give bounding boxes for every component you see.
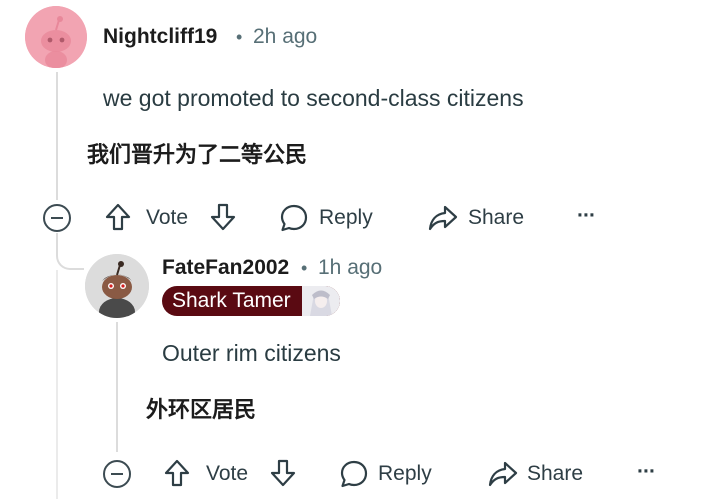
downvote-icon[interactable] <box>209 202 237 232</box>
avatar[interactable] <box>25 6 87 68</box>
avatar[interactable] <box>85 254 149 318</box>
share-button[interactable]: Share <box>527 462 583 486</box>
thread-line-primary <box>56 72 58 200</box>
collapse-thread-button[interactable] <box>43 204 71 232</box>
reply-button[interactable]: Reply <box>319 206 373 230</box>
username[interactable]: Nightcliff19 <box>103 25 217 49</box>
upvote-icon[interactable] <box>163 458 191 488</box>
share-button[interactable]: Share <box>468 206 524 230</box>
share-icon[interactable] <box>488 460 518 488</box>
thread-line-branch <box>56 233 58 253</box>
comment-body: Outer rim citizens <box>162 340 341 366</box>
separator-dot: • <box>236 27 243 47</box>
snoo-avatar-icon <box>85 254 149 318</box>
vote-label: Vote <box>146 206 189 229</box>
timestamp[interactable]: 2h ago <box>253 25 317 49</box>
collapse-thread-button[interactable] <box>103 460 131 488</box>
reply-icon[interactable] <box>339 459 369 489</box>
share-icon[interactable] <box>428 204 458 232</box>
user-flair-badge: Shark Tamer <box>162 286 340 316</box>
reply-icon[interactable] <box>279 203 309 233</box>
comment-translation: 我们晋升为了二等公民 <box>87 142 308 167</box>
separator-dot: • <box>301 258 308 278</box>
comment-translation: 外环区居民 <box>146 397 257 422</box>
reply-button[interactable]: Reply <box>378 462 432 486</box>
more-options-button[interactable]: ··· <box>577 204 596 228</box>
timestamp[interactable]: 1h ago <box>318 256 382 280</box>
username[interactable]: FateFan2002 <box>162 256 289 280</box>
user-flair-label: Shark Tamer <box>172 289 291 312</box>
thread-line-end <box>56 270 58 499</box>
more-options-button[interactable]: ··· <box>637 460 656 484</box>
vote-label: Vote <box>206 462 249 485</box>
downvote-icon[interactable] <box>269 458 297 488</box>
flair-emoji-icon <box>302 286 340 316</box>
snoo-avatar-icon <box>25 6 87 68</box>
upvote-icon[interactable] <box>104 202 132 232</box>
thread-line-nested <box>116 322 118 452</box>
comment-body: we got promoted to second-class citizens <box>103 85 524 111</box>
thread-connector <box>56 252 84 270</box>
